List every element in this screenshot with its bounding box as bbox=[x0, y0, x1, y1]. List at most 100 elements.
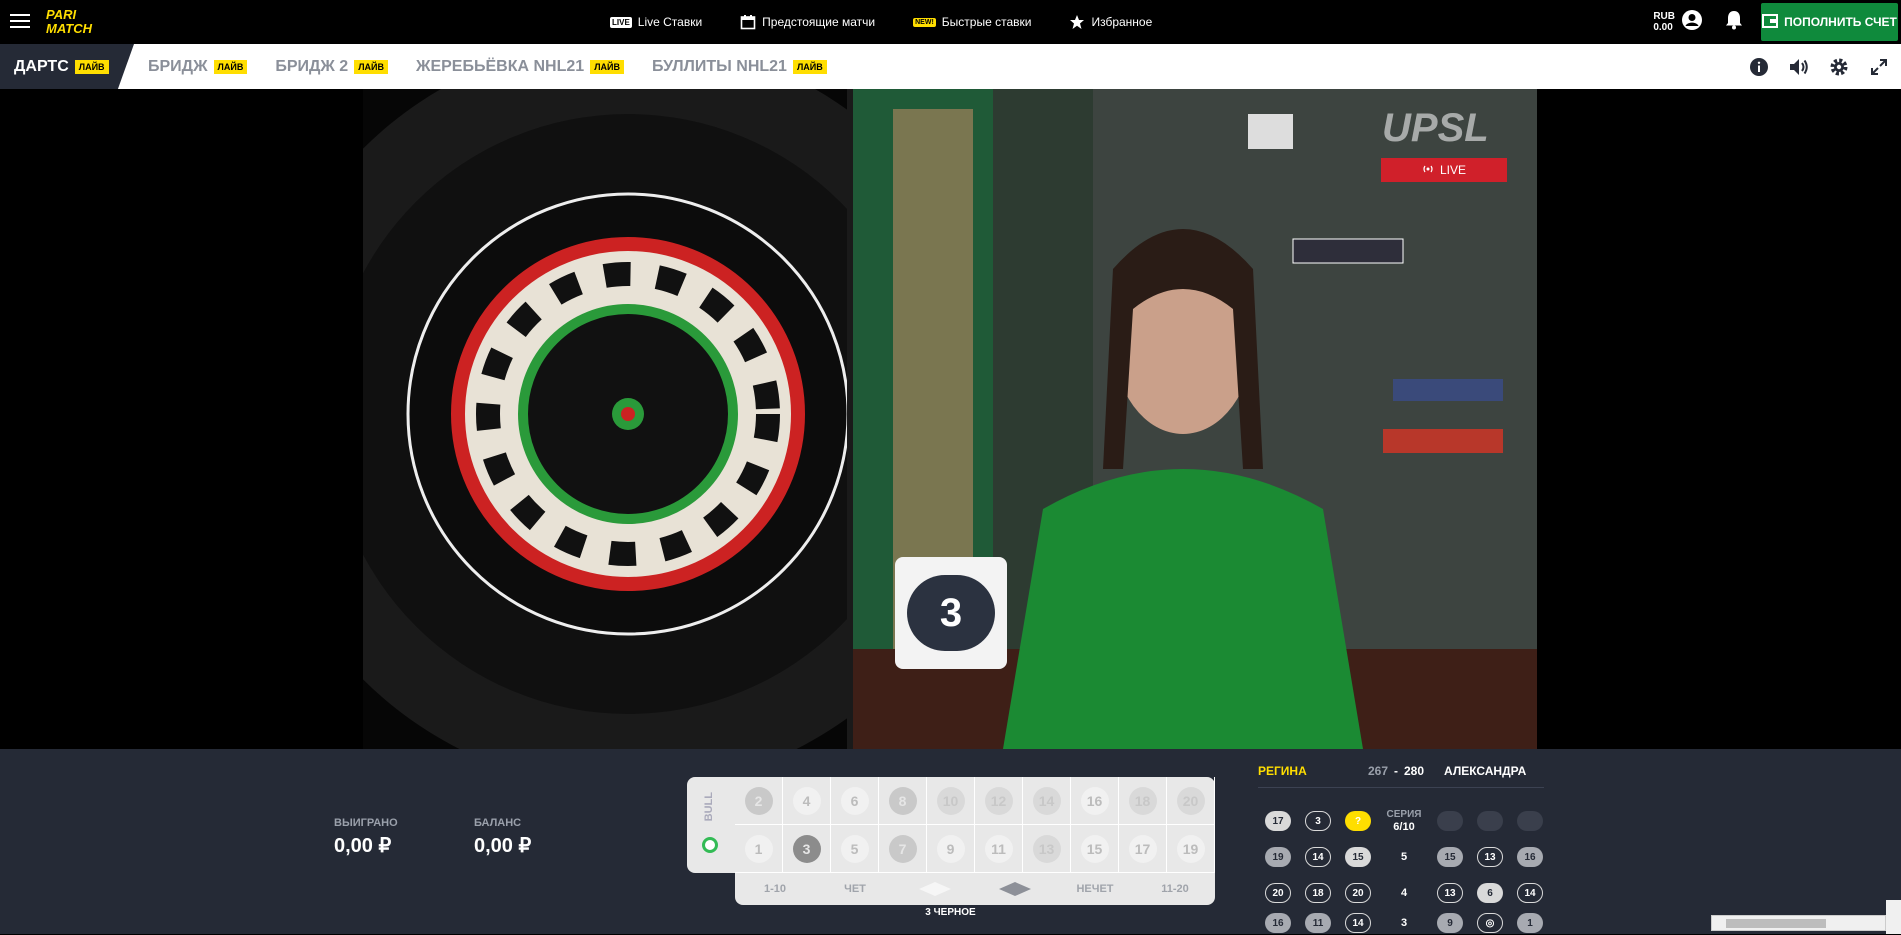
number-15[interactable]: 15 bbox=[1080, 834, 1109, 863]
bet-11-20[interactable]: 11-20 bbox=[1135, 873, 1215, 905]
throws-table: 17 3 ? СЕРИЯ 6/10 19 14 15 5 15 13 16 20 … bbox=[1258, 803, 1550, 935]
live-indicator: LIVE bbox=[1381, 158, 1507, 182]
scrollbar-thumb[interactable] bbox=[1726, 919, 1826, 928]
bet-board: BULL 2 4 6 8 10 12 14 16 18 20 1 3 5 7 9… bbox=[687, 777, 1215, 905]
throw-empty bbox=[1437, 811, 1463, 831]
parimatch-logo[interactable]: PARI MATCH bbox=[44, 6, 126, 36]
won-stat: ВЫИГРАНО 0,00 ₽ bbox=[334, 817, 398, 858]
bull-target-icon bbox=[702, 837, 718, 853]
number-10[interactable]: 10 bbox=[936, 786, 965, 815]
table-row: 19 14 15 5 15 13 16 bbox=[1258, 839, 1550, 875]
broadcast-icon bbox=[1422, 163, 1434, 177]
number-2[interactable]: 2 bbox=[744, 786, 773, 815]
calendar-icon bbox=[740, 14, 756, 30]
live-badge-icon: LIVE bbox=[610, 16, 632, 28]
number-4[interactable]: 4 bbox=[792, 786, 821, 815]
tab-label: Жеребьёвка NHL21 bbox=[416, 57, 585, 75]
throw-a: 3 bbox=[1305, 811, 1331, 831]
series-label: СЕРИЯ bbox=[1386, 809, 1422, 820]
main-nav: LIVE Live Ставки Предстоящие матчи NEW! … bbox=[610, 0, 1190, 44]
tab-bridge-2[interactable]: Бридж 2 ЛАЙВ bbox=[261, 44, 402, 89]
number-12[interactable]: 12 bbox=[984, 786, 1013, 815]
tab-bridge[interactable]: Бридж ЛАЙВ bbox=[134, 44, 261, 89]
number-11[interactable]: 11 bbox=[984, 834, 1013, 863]
number-9[interactable]: 9 bbox=[936, 834, 965, 863]
tab-label: Бридж bbox=[148, 57, 208, 75]
throw-a: 14 bbox=[1345, 913, 1371, 933]
number-6[interactable]: 6 bbox=[840, 786, 869, 815]
user-icon[interactable] bbox=[1681, 9, 1703, 36]
vertical-scrollbar[interactable] bbox=[1886, 900, 1901, 934]
throw-a: 20 bbox=[1265, 883, 1291, 903]
tab-label: Дартс bbox=[14, 57, 69, 75]
throw-b: 14 bbox=[1517, 883, 1543, 903]
number-1[interactable]: 1 bbox=[744, 834, 773, 863]
bull-label: BULL bbox=[703, 792, 715, 822]
betting-panel: ВЫИГРАНО 0,00 ₽ БАЛАНС 0,00 ₽ BULL 2 4 6… bbox=[0, 749, 1901, 934]
throw-b: 13 bbox=[1437, 883, 1463, 903]
bet-white[interactable] bbox=[895, 873, 975, 905]
drawn-number: 3 bbox=[907, 575, 995, 651]
bet-black[interactable] bbox=[975, 873, 1055, 905]
won-value: 0,00 ₽ bbox=[334, 835, 392, 857]
nav-fast-bets[interactable]: NEW! Быстрые ставки bbox=[913, 15, 1031, 29]
number-14[interactable]: 14 bbox=[1032, 786, 1061, 815]
nav-upcoming-label: Предстоящие матчи bbox=[762, 15, 876, 29]
throw-a: 16 bbox=[1265, 913, 1291, 933]
drawn-number-card: 3 bbox=[895, 557, 1007, 669]
dartboard-camera bbox=[363, 89, 1003, 749]
deposit-label: ПОПОЛНИТЬ СЧЕТ bbox=[1784, 15, 1897, 29]
won-label: ВЫИГРАНО bbox=[334, 817, 398, 829]
throw-b: 15 bbox=[1437, 847, 1463, 867]
bull-bet[interactable]: BULL bbox=[687, 777, 737, 873]
horizontal-scrollbar[interactable] bbox=[1711, 915, 1886, 931]
balance-stat: БАЛАНС 0,00 ₽ bbox=[474, 817, 531, 858]
tab-shootout-nhl21[interactable]: Буллиты NHL21 ЛАЙВ bbox=[638, 44, 841, 89]
throw-a: 14 bbox=[1305, 847, 1331, 867]
number-13[interactable]: 13 bbox=[1032, 834, 1061, 863]
tab-darts[interactable]: Дартс ЛАЙВ bbox=[0, 44, 134, 89]
menu-icon[interactable] bbox=[10, 14, 30, 29]
outside-bets: 1-10 ЧЕТ НЕЧЕТ 11-20 bbox=[735, 873, 1215, 905]
table-row: 17 3 ? СЕРИЯ 6/10 bbox=[1258, 803, 1550, 839]
throw-a: 18 bbox=[1305, 883, 1331, 903]
score-panel: РЕГИНА 267 - 280 АЛЕКСАНДРА 17 3 ? СЕРИЯ… bbox=[1258, 759, 1544, 933]
number-8[interactable]: 8 bbox=[888, 786, 917, 815]
live-badge: ЛАЙВ bbox=[74, 59, 109, 74]
star-icon bbox=[1069, 14, 1085, 30]
throw-b: 6 bbox=[1477, 883, 1503, 903]
number-20[interactable]: 20 bbox=[1176, 786, 1205, 815]
bet-1-10[interactable]: 1-10 bbox=[735, 873, 815, 905]
number-7[interactable]: 7 bbox=[888, 834, 917, 863]
bell-icon[interactable] bbox=[1725, 10, 1743, 35]
bet-even[interactable]: ЧЕТ bbox=[815, 873, 895, 905]
table-row: 16 11 14 3 9 ◎ 1 bbox=[1258, 911, 1550, 935]
number-16[interactable]: 16 bbox=[1080, 786, 1109, 815]
round-number: 5 bbox=[1400, 850, 1408, 863]
number-19[interactable]: 19 bbox=[1176, 834, 1205, 863]
nav-upcoming[interactable]: Предстоящие матчи bbox=[740, 14, 875, 30]
info-icon[interactable] bbox=[1747, 55, 1771, 79]
top-bar: PARI MATCH LIVE Live Ставки Предстоящие … bbox=[0, 0, 1901, 44]
wallet-icon bbox=[1762, 13, 1779, 31]
number-5[interactable]: 5 bbox=[840, 834, 869, 863]
throw-pending: ? bbox=[1345, 811, 1371, 831]
tab-label: Буллиты NHL21 bbox=[651, 57, 787, 75]
tab-label: Бридж 2 bbox=[275, 57, 349, 75]
account-balance[interactable]: RUB 0.00 bbox=[1653, 11, 1675, 33]
settings-gear-icon[interactable] bbox=[1827, 55, 1851, 79]
deposit-button[interactable]: ПОПОЛНИТЬ СЧЕТ bbox=[1761, 3, 1898, 41]
bet-odd[interactable]: НЕЧЕТ bbox=[1055, 873, 1135, 905]
throw-b: 9 bbox=[1437, 913, 1463, 933]
nav-live[interactable]: LIVE Live Ставки bbox=[610, 15, 702, 29]
fullscreen-icon[interactable] bbox=[1867, 55, 1891, 79]
account-area: RUB 0.00 ПОПОЛНИТЬ СЧЕТ bbox=[1653, 0, 1901, 44]
number-18[interactable]: 18 bbox=[1128, 786, 1157, 815]
player-b-score: 280 bbox=[1404, 764, 1425, 778]
nav-favorites[interactable]: Избранное bbox=[1069, 14, 1152, 30]
number-17[interactable]: 17 bbox=[1128, 834, 1157, 863]
throw-a: 15 bbox=[1345, 847, 1371, 867]
number-3[interactable]: 3 bbox=[792, 834, 821, 863]
volume-icon[interactable] bbox=[1787, 55, 1811, 79]
tab-draw-nhl21[interactable]: Жеребьёвка NHL21 ЛАЙВ bbox=[402, 44, 638, 89]
